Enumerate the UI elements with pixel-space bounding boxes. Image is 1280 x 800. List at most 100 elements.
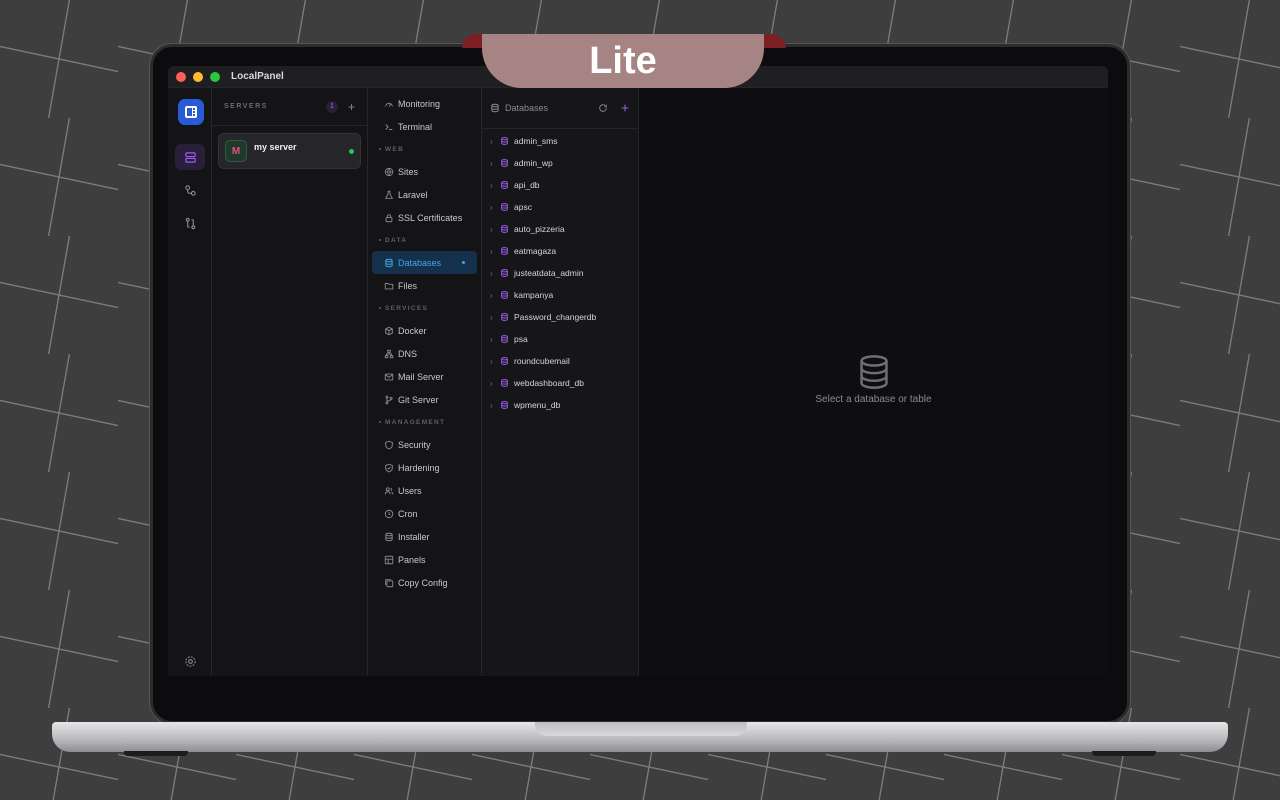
database-item[interactable]: › admin_wp (482, 152, 638, 174)
lite-badge: Lite (482, 34, 764, 88)
database-item[interactable]: › justeatdata_admin (482, 262, 638, 284)
database-name: eatmagaza (514, 246, 557, 256)
online-status-dot (349, 148, 354, 154)
server-item[interactable]: M my server (218, 133, 361, 169)
nav-label: SSL Certificates (398, 212, 463, 223)
database-name: admin_sms (514, 136, 558, 146)
nav-item-dns[interactable]: DNS (372, 342, 477, 365)
box-icon (384, 326, 398, 336)
chevron-right-icon[interactable]: › (490, 181, 500, 190)
connections-icon[interactable] (175, 177, 205, 203)
nav-section-web: WEB (368, 138, 481, 160)
add-database-icon[interactable] (620, 103, 630, 113)
chevron-right-icon[interactable]: › (490, 291, 500, 300)
nav-item-laravel[interactable]: Laravel (372, 183, 477, 206)
database-item[interactable]: › auto_pizzeria (482, 218, 638, 240)
nav-item-databases[interactable]: Databases (372, 251, 477, 274)
database-item[interactable]: › roundcubemail (482, 350, 638, 372)
chevron-right-icon[interactable]: › (490, 247, 500, 256)
database-icon (500, 312, 512, 322)
database-name: auto_pizzeria (514, 224, 565, 234)
add-server-button[interactable]: + (348, 100, 355, 114)
refresh-icon[interactable] (598, 103, 608, 113)
nav-item-files[interactable]: Files (372, 274, 477, 297)
database-icon (500, 202, 512, 212)
nav-label: Monitoring (398, 98, 441, 109)
nav-item-ssl-certificates[interactable]: SSL Certificates (372, 206, 477, 229)
nav-item-terminal[interactable]: Terminal (372, 115, 477, 138)
nav-section-management: MANAGEMENT (368, 411, 481, 433)
users-icon (384, 486, 398, 496)
chevron-right-icon[interactable]: › (490, 137, 500, 146)
chevron-right-icon[interactable]: › (490, 269, 500, 278)
database-item[interactable]: › api_db (482, 174, 638, 196)
database-name: api_db (514, 180, 540, 190)
nav-label: Databases (398, 257, 442, 268)
database-icon (500, 246, 512, 256)
settings-icon[interactable] (175, 648, 205, 674)
nav-item-copy-config[interactable]: Copy Config (372, 571, 477, 594)
chevron-right-icon[interactable]: › (490, 357, 500, 366)
database-name: apsc (514, 202, 532, 212)
database-icon (500, 378, 512, 388)
database-item[interactable]: › admin_sms (482, 130, 638, 152)
nav-item-installer[interactable]: Installer (372, 525, 477, 548)
nav-item-git-server[interactable]: Git Server (372, 388, 477, 411)
sync-icon[interactable] (175, 210, 205, 236)
database-icon (500, 334, 512, 344)
icon-rail (168, 88, 212, 676)
chevron-right-icon[interactable]: › (490, 203, 500, 212)
chevron-right-icon[interactable]: › (490, 225, 500, 234)
nav-label: Files (398, 280, 418, 291)
database-item[interactable]: › eatmagaza (482, 240, 638, 262)
nav-item-docker[interactable]: Docker (372, 319, 477, 342)
database-item[interactable]: › psa (482, 328, 638, 350)
database-icon (500, 136, 512, 146)
database-icon (500, 158, 512, 168)
nav-label: Laravel (398, 189, 428, 200)
lock-icon (384, 213, 398, 223)
copy-icon (384, 578, 398, 588)
servers-panel: SERVERS 1 + M my server (212, 88, 368, 676)
chevron-right-icon[interactable]: › (490, 313, 500, 322)
database-item[interactable]: › wpmenu_db (482, 394, 638, 416)
chevron-right-icon[interactable]: › (490, 159, 500, 168)
globe-icon (384, 167, 398, 177)
window-title: LocalPanel (231, 71, 284, 82)
app-logo-icon[interactable] (178, 99, 204, 125)
database-icon (384, 258, 398, 268)
nav-section-data: DATA (368, 229, 481, 251)
database-item[interactable]: › apsc (482, 196, 638, 218)
nav-item-panels[interactable]: Panels (372, 548, 477, 571)
app-window: LocalPanel SERVERS 1 + M my server Monit… (168, 66, 1108, 676)
nav-item-mail-server[interactable]: Mail Server (372, 365, 477, 388)
main-content: Select a database or table (639, 88, 1108, 676)
servers-icon[interactable] (175, 144, 205, 170)
chevron-right-icon[interactable]: › (490, 335, 500, 344)
clock-icon (384, 509, 398, 519)
database-item[interactable]: › kampanya (482, 284, 638, 306)
laptop-foot (124, 751, 188, 756)
nav-item-sites[interactable]: Sites (372, 160, 477, 183)
minimize-window-button[interactable] (193, 71, 203, 82)
database-name: psa (514, 334, 528, 344)
database-icon (500, 180, 512, 190)
database-item[interactable]: › Password_changerdb (482, 306, 638, 328)
database-name: webdashboard_db (514, 378, 584, 388)
close-window-button[interactable] (176, 71, 186, 82)
nav-item-cron[interactable]: Cron (372, 502, 477, 525)
flask-icon (384, 190, 398, 200)
chevron-right-icon[interactable]: › (490, 401, 500, 410)
database-item[interactable]: › webdashboard_db (482, 372, 638, 394)
nav-item-security[interactable]: Security (372, 433, 477, 456)
nav-item-hardening[interactable]: Hardening (372, 456, 477, 479)
databases-list: › admin_sms › admin_wp › api_db › apsc › auto_piz… (482, 129, 638, 416)
maximize-window-button[interactable] (210, 71, 220, 82)
nav-item-users[interactable]: Users (372, 479, 477, 502)
nav-section-services: SERVICES (368, 297, 481, 319)
chevron-right-icon[interactable]: › (490, 379, 500, 388)
nav-item-monitoring[interactable]: Monitoring (372, 92, 477, 115)
git-branch-icon (384, 395, 398, 405)
nav-label: Security (398, 439, 431, 450)
active-indicator (462, 261, 465, 264)
